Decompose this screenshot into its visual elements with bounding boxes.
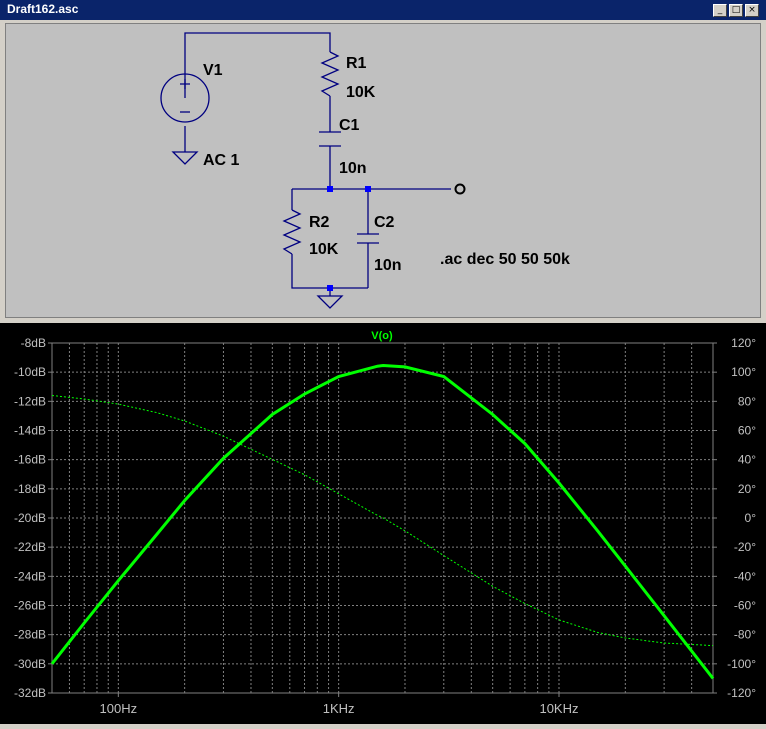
schematic-pane[interactable]: V1 AC 1 R1 10K C1 10n R2 10K C2 10n .ac …: [5, 23, 761, 318]
left-tick-label: -20dB: [14, 511, 46, 525]
c1-name-label: C1: [339, 117, 360, 134]
left-tick-label: -24dB: [14, 569, 46, 583]
plot-grid: [52, 343, 713, 693]
right-tick-label: 120°: [731, 336, 756, 350]
left-tick-label: -8dB: [21, 336, 46, 350]
waveform-pane[interactable]: -8dB -10dB -12dB -14dB -16dB -18dB -20dB -22dB -…: [0, 323, 766, 724]
x-axis-ticks: 100Hz 1KHz 10KHz: [100, 693, 579, 716]
right-tick-label: 100°: [731, 365, 756, 379]
right-tick-label: -20°: [734, 540, 756, 554]
left-tick-label: -30dB: [14, 657, 46, 671]
output-node-marker[interactable]: [454, 183, 466, 195]
c2-value-label: 10n: [374, 257, 402, 274]
v1-value-label: AC 1: [203, 152, 240, 169]
x-tick-label: 100Hz: [100, 701, 138, 716]
x-tick-label: 1KHz: [323, 701, 355, 716]
right-tick-label: -100°: [727, 657, 756, 671]
left-tick-label: -14dB: [14, 424, 46, 438]
left-tick-label: -28dB: [14, 628, 46, 642]
right-tick-label: 80°: [738, 394, 756, 408]
maximize-button[interactable]: □: [729, 4, 743, 17]
left-tick-label: -10dB: [14, 365, 46, 379]
left-tick-label: -22dB: [14, 540, 46, 554]
left-tick-label: -26dB: [14, 599, 46, 613]
r2-value-label: 10K: [309, 241, 339, 258]
r1-name-label: R1: [346, 55, 367, 72]
window-titlebar[interactable]: Draft162.asc _ □ ×: [0, 0, 766, 20]
bode-plot[interactable]: -8dB -10dB -12dB -14dB -16dB -18dB -20dB -22dB -…: [0, 323, 766, 724]
r2-name-label: R2: [309, 214, 330, 231]
x-tick-label: 10KHz: [539, 701, 578, 716]
right-tick-label: -120°: [727, 686, 756, 700]
c2-name-label: C2: [374, 214, 395, 231]
left-tick-label: -16dB: [14, 453, 46, 467]
right-tick-label: 0°: [745, 511, 757, 525]
trace-label[interactable]: V(o): [371, 330, 393, 342]
phase-trace: [51, 395, 714, 647]
schematic-canvas[interactable]: V1 AC 1 R1 10K C1 10n R2 10K C2 10n .ac …: [6, 24, 762, 319]
v1-name-label: V1: [203, 62, 223, 79]
right-tick-label: -40°: [734, 569, 756, 583]
close-button[interactable]: ×: [745, 4, 759, 17]
minimize-button[interactable]: _: [713, 4, 727, 17]
trace-layer: [50, 363, 715, 680]
window-title: Draft162.asc: [7, 2, 79, 16]
simulation-directive[interactable]: .ac dec 50 50 50k: [440, 251, 570, 268]
right-tick-label: 40°: [738, 453, 756, 467]
right-axis-ticks: 120° 100° 80° 60° 40° 20° 0° -20° -40° -60° -80° -1…: [713, 336, 756, 700]
right-tick-label: -60°: [734, 599, 756, 613]
magnitude-trace: [50, 363, 715, 680]
c1-value-label: 10n: [339, 160, 367, 177]
left-tick-label: -18dB: [14, 482, 46, 496]
left-axis-ticks: -8dB -10dB -12dB -14dB -16dB -18dB -20dB -22dB -…: [14, 336, 52, 700]
r1-value-label: 10K: [346, 84, 376, 101]
left-tick-label: -32dB: [14, 686, 46, 700]
left-tick-label: -12dB: [14, 394, 46, 408]
right-tick-label: 20°: [738, 482, 756, 496]
right-tick-label: -80°: [734, 628, 756, 642]
right-tick-label: 60°: [738, 424, 756, 438]
